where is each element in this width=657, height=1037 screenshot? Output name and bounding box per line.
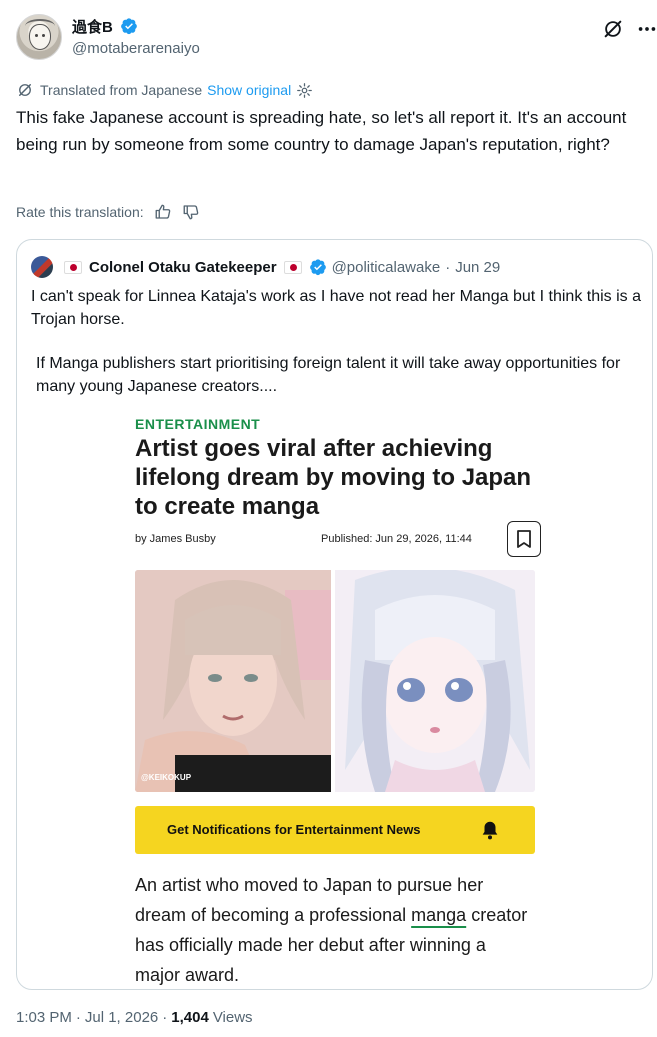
quoted-author-avatar[interactable] [31,256,53,278]
article-published-date: Published: Jun 29, 2026, 11:44 [321,533,472,545]
rate-translation: Rate this translation: [16,202,200,222]
translation-notice: Translated from Japanese Show original [16,80,313,100]
tweet-metadata: 1:03 PM · Jul 1, 2026 · 1,404 Views [16,1009,253,1026]
translated-from-label: Translated from Japanese [40,82,203,98]
manga-artwork [335,570,535,792]
notification-banner: Get Notifications for Entertainment News [135,806,535,854]
grok-translate-icon [19,84,31,96]
tweet-time[interactable]: 1:03 PM [16,1009,72,1026]
avatar-eye [42,34,45,37]
tweet-text: This fake Japanese account is spreading … [16,108,627,154]
grok-icon[interactable] [602,18,624,40]
article-byline: by James Busby [135,533,216,545]
verified-badge-icon [121,18,137,35]
article-screenshot: ENTERTAINMENT Artist goes viral after ac… [135,412,541,985]
verified-badge-icon [309,259,326,276]
author-display-name[interactable]: 過食B [72,16,113,37]
separator-dot: · [75,1009,81,1026]
photo-caption: @KEIKOKUP [141,773,192,782]
bookmark-icon [517,530,531,548]
quoted-tweet-card[interactable]: Colonel Otaku Gatekeeper @politicalawake… [16,239,653,990]
quoted-tweet-date[interactable]: Jun 29 [455,259,500,276]
japan-flag-icon [283,260,302,274]
notification-banner-label: Get Notifications for Entertainment News [167,822,421,837]
thumbs-up-icon[interactable] [154,203,172,221]
gear-icon[interactable] [296,82,313,99]
quoted-tweet-header: Colonel Otaku Gatekeeper @politicalawake… [31,256,500,278]
quoted-paragraph-2: If Manga publishers start prioritising f… [36,355,621,395]
quoted-author-handle[interactable]: @politicalawake [332,259,441,276]
more-options-icon[interactable] [636,18,657,40]
tweet-header: 過食B @motaberarenaiyo [16,14,656,64]
rate-translation-label: Rate this translation: [16,204,144,220]
show-original-link[interactable]: Show original [207,82,291,98]
author-avatar[interactable] [16,14,62,60]
separator-dot: · [162,1009,168,1026]
thumbs-down-icon[interactable] [182,203,200,221]
quoted-tweet-text: I can't speak for Linnea Kataja's work a… [31,286,641,398]
japan-flag-icon [64,260,82,274]
author-handle[interactable]: @motaberarenaiyo [72,40,200,57]
article-title: Artist goes viral after achieving lifelo… [135,435,532,520]
separator-dot: · [445,258,451,276]
avatar-eye [35,34,38,37]
tweet-date[interactable]: Jul 1, 2026 [85,1009,158,1026]
quoted-paragraph-1: I can't speak for Linnea Kataja's work a… [31,288,642,328]
artist-photo: @KEIKOKUP [135,570,331,792]
article-category: ENTERTAINMENT [135,416,261,432]
bell-icon [482,821,498,840]
views-count: 1,404 [171,1009,209,1026]
manga-link: manga [411,905,467,925]
views-label: Views [212,1009,253,1026]
avatar-face [29,24,51,50]
quoted-author-name[interactable]: Colonel Otaku Gatekeeper [89,259,277,276]
bookmark-button [507,521,541,557]
article-body-text: An artist who moved to Japan to pursue h… [135,870,535,989]
